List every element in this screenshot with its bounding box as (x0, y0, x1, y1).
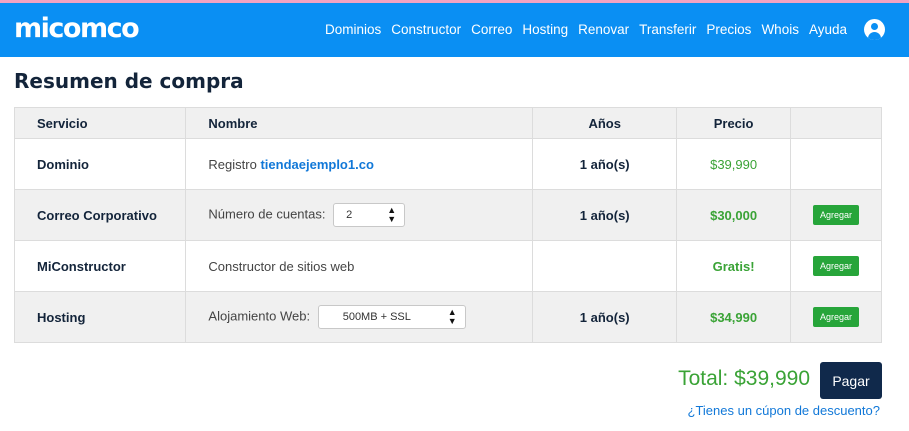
price-value: $39,990 (710, 156, 758, 172)
add-builder-button[interactable]: Agregar (812, 256, 859, 276)
price-cell: $34,990 (676, 291, 791, 343)
nav-dominios[interactable]: Dominios (325, 22, 381, 37)
price-cell: $30,000 (676, 189, 791, 241)
hosting-plan-select[interactable]: 500MB + SSL ▲ ▼ (317, 305, 466, 329)
service-cell: Correo Corporativo (13, 189, 187, 241)
table-row: Dominio Registro tiendaejemplo1.co 1 año… (13, 138, 883, 190)
add-hosting-button[interactable]: Agregar (812, 307, 859, 327)
action-cell (789, 138, 883, 190)
name-cell: Alojamiento Web: 500MB + SSL ▲ ▼ (185, 291, 534, 343)
action-cell: Agregar (789, 240, 883, 292)
header-precio: Precio (676, 107, 791, 139)
price-value: $30,000 (710, 207, 758, 223)
coupon-link[interactable]: ¿Tienes un cúpon de descuento? (688, 403, 881, 418)
nav-ayuda[interactable]: Ayuda (809, 22, 847, 37)
name-cell: Constructor de sitios web (185, 240, 534, 292)
service-cell: Dominio (13, 138, 187, 190)
hosting-label: Alojamiento Web: (208, 308, 311, 324)
header-actions (789, 107, 883, 139)
name-cell: Número de cuentas: 2 ▲ ▼ (185, 189, 534, 241)
nav-constructor[interactable]: Constructor (391, 22, 461, 37)
service-cell: MiConstructor (13, 240, 187, 292)
registration-label: Registro (208, 156, 257, 172)
user-icon-body (868, 32, 881, 40)
pay-button[interactable]: Pagar (820, 362, 882, 399)
table-row: MiConstructor Constructor de sitios web … (13, 240, 883, 292)
user-icon-head (871, 23, 878, 30)
nav-transferir[interactable]: Transferir (639, 22, 696, 37)
purchase-summary-table: Servicio Nombre Años Precio Dominio Regi… (13, 107, 883, 343)
nav-renovar[interactable]: Renovar (578, 22, 629, 37)
order-total: Total: $39,990 (678, 367, 810, 390)
action-cell: Agregar (789, 291, 883, 343)
nav-hosting[interactable]: Hosting (522, 22, 568, 37)
nav-whois[interactable]: Whois (761, 22, 799, 37)
price-value: $34,990 (710, 309, 758, 325)
accounts-select[interactable]: 2 ▲ ▼ (333, 203, 406, 227)
accounts-label: Número de cuentas: (208, 206, 326, 222)
user-circle-icon[interactable] (864, 19, 885, 40)
hosting-select-value: 500MB + SSL (342, 311, 411, 323)
price-cell: Gratis! (676, 240, 791, 292)
years-cell: 1 año(s) (532, 189, 678, 241)
years-cell: 1 año(s) (532, 138, 678, 190)
name-cell: Registro tiendaejemplo1.co (185, 138, 534, 190)
header-servicio: Servicio (13, 107, 187, 139)
nav-correo[interactable]: Correo (471, 22, 512, 37)
table-header-row: Servicio Nombre Años Precio (13, 107, 883, 139)
page-title: Resumen de compra (14, 69, 244, 93)
header-anos: Años (532, 107, 678, 139)
sort-arrows-icon: ▲ ▼ (447, 307, 457, 326)
price-cell: $39,990 (676, 138, 791, 190)
table-row: Hosting Alojamiento Web: 500MB + SSL ▲ ▼ … (13, 291, 883, 343)
header-nombre: Nombre (185, 107, 534, 139)
service-cell: Hosting (13, 291, 187, 343)
nav-precios[interactable]: Precios (706, 22, 751, 37)
top-navbar: micomco Dominios Constructor Correo Host… (0, 0, 909, 57)
sort-arrows-icon: ▲ ▼ (387, 205, 397, 224)
years-cell (532, 240, 678, 292)
action-cell: Agregar (789, 189, 883, 241)
add-email-button[interactable]: Agregar (812, 205, 859, 225)
table-row: Correo Corporativo Número de cuentas: 2 … (13, 189, 883, 241)
main-nav: Dominios Constructor Correo Hosting Reno… (325, 22, 847, 37)
logo[interactable]: micomco (14, 13, 140, 44)
accounts-select-value: 2 (346, 209, 353, 221)
domain-link[interactable]: tiendaejemplo1.co (260, 157, 373, 172)
years-cell: 1 año(s) (532, 291, 678, 343)
price-value: Gratis! (712, 258, 755, 274)
